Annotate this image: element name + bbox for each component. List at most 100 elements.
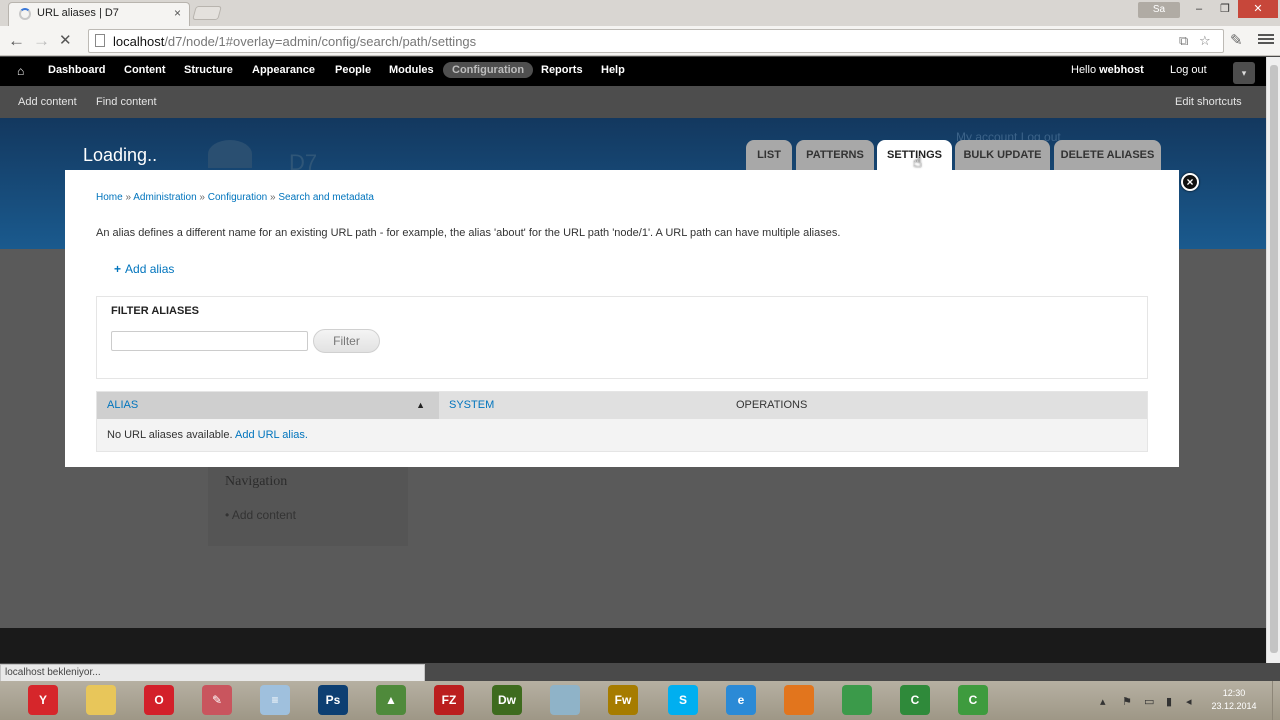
- breadcrumb-administration[interactable]: Administration: [133, 192, 196, 203]
- breadcrumb-search-metadata[interactable]: Search and metadata: [278, 192, 374, 203]
- stop-button[interactable]: ✕: [59, 31, 72, 51]
- add-alias-action[interactable]: + Add alias: [114, 262, 174, 276]
- column-header-system[interactable]: SYSTEM: [439, 392, 726, 419]
- browser-menu-icon[interactable]: [1258, 32, 1274, 48]
- admin-menu-dashboard[interactable]: Dashboard: [48, 64, 105, 76]
- show-desktop-button[interactable]: [1272, 681, 1280, 720]
- loading-text: Loading..: [83, 145, 158, 165]
- browser-toolbar: ← → ✕ localhost/d7/node/1#overlay=admin/…: [0, 26, 1280, 56]
- chrome-icon[interactable]: [842, 685, 872, 715]
- photoshop-icon[interactable]: Ps: [318, 685, 348, 715]
- add-url-alias-link[interactable]: Add URL alias.: [235, 429, 308, 441]
- url-text[interactable]: localhost/d7/node/1#overlay=admin/config…: [113, 34, 476, 49]
- breadcrumb-separator: »: [270, 192, 276, 203]
- add-alias-link[interactable]: Add alias: [125, 262, 174, 276]
- greeting: Hello webhost: [1071, 64, 1144, 76]
- tray-monitor-icon[interactable]: ▭: [1144, 695, 1154, 708]
- filter-aliases-fieldset: FILTER ALIASES Filter: [96, 296, 1148, 379]
- empty-message: No URL aliases available.: [107, 429, 233, 441]
- logout-link[interactable]: Log out: [1170, 64, 1207, 76]
- alias-sort-link[interactable]: ALIAS: [107, 399, 138, 411]
- home-icon[interactable]: ⌂: [17, 64, 30, 78]
- column-header-alias[interactable]: ALIAS ▲: [97, 392, 439, 419]
- minimize-button[interactable]: –: [1186, 0, 1212, 18]
- package-icon[interactable]: [550, 685, 580, 715]
- breadcrumb-separator: »: [199, 192, 205, 203]
- tray-network-icon[interactable]: ▮: [1166, 695, 1172, 708]
- tab-list[interactable]: LIST: [746, 140, 792, 170]
- admin-menu-appearance[interactable]: Appearance: [252, 64, 315, 76]
- filter-button[interactable]: Filter: [313, 329, 380, 353]
- scrollbar-thumb[interactable]: [1270, 65, 1278, 653]
- forward-button[interactable]: →: [33, 31, 50, 51]
- skype-icon[interactable]: S: [668, 685, 698, 715]
- back-button[interactable]: ←: [8, 31, 25, 51]
- admin-menu-structure[interactable]: Structure: [184, 64, 233, 76]
- image-viewer-icon[interactable]: ▲: [376, 685, 406, 715]
- admin-menu-help[interactable]: Help: [601, 64, 625, 76]
- tab-patterns[interactable]: PATTERNS: [796, 140, 874, 170]
- fireworks-icon[interactable]: Fw: [608, 685, 638, 715]
- edit-shortcuts-link[interactable]: Edit shortcuts: [1175, 96, 1242, 108]
- translate-icon[interactable]: ⧉: [1179, 33, 1188, 49]
- new-tab-button[interactable]: [192, 6, 222, 20]
- user-badge[interactable]: Sa: [1138, 2, 1180, 18]
- shortcut-bar: Add content Find content Edit shortcuts: [0, 86, 1280, 118]
- maximize-button[interactable]: ❐: [1212, 0, 1238, 18]
- tray-volume-icon[interactable]: ◂: [1186, 695, 1192, 708]
- plus-icon: +: [114, 262, 122, 276]
- column-header-operations: OPERATIONS: [726, 392, 1147, 419]
- close-window-button[interactable]: ✕: [1238, 0, 1278, 18]
- windows-taskbar: Y O ✎ ≡ Ps ▲ FZ Dw Fw Se C C ▴ ⚑ ▭ ▮ ◂ 12:30 23.12.…: [0, 681, 1280, 720]
- shortcut-add-content[interactable]: Add content: [18, 96, 77, 108]
- breadcrumb-home[interactable]: Home: [96, 192, 123, 203]
- url-host: localhost: [113, 34, 165, 49]
- notepad-icon[interactable]: ≡: [260, 685, 290, 715]
- admin-menu-modules[interactable]: Modules: [389, 64, 434, 76]
- help-text: An alias defines a different name for an…: [96, 227, 841, 239]
- page-scrollbar[interactable]: [1266, 57, 1280, 663]
- toolbar-toggle-icon[interactable]: ▾: [1233, 62, 1255, 84]
- opera-icon[interactable]: O: [144, 685, 174, 715]
- address-bar[interactable]: localhost/d7/node/1#overlay=admin/config…: [88, 29, 1224, 53]
- admin-menu-configuration[interactable]: Configuration: [443, 62, 534, 78]
- aliases-table: ALIAS ▲ SYSTEM OPERATIONS No URL aliases…: [96, 391, 1148, 452]
- folder-icon[interactable]: [86, 685, 116, 715]
- paint-icon[interactable]: ✎: [202, 685, 232, 715]
- navigation-block-title: Navigation: [225, 474, 288, 489]
- shortcut-find-content[interactable]: Find content: [96, 96, 157, 108]
- firefox-icon[interactable]: [784, 685, 814, 715]
- camtasia-recorder-icon[interactable]: C: [958, 685, 988, 715]
- filter-input[interactable]: [111, 331, 308, 351]
- admin-menu-content[interactable]: Content: [124, 64, 166, 76]
- dreamweaver-icon[interactable]: Dw: [492, 685, 522, 715]
- sort-ascending-icon: ▲: [416, 400, 425, 410]
- url-path: /d7/node/1#overlay=admin/config/search/p…: [164, 34, 477, 49]
- tray-arrow-icon[interactable]: ▴: [1100, 695, 1106, 708]
- extension-icon[interactable]: ✎: [1230, 31, 1243, 49]
- tab-bulk-update[interactable]: BULK UPDATE: [955, 140, 1050, 170]
- browser-status-bar: localhost bekleniyor...: [0, 664, 425, 681]
- operations-label: OPERATIONS: [736, 399, 808, 411]
- tab-close-icon[interactable]: ×: [174, 6, 181, 20]
- clock-date: 23.12.2014: [1211, 701, 1257, 711]
- admin-menu-reports[interactable]: Reports: [541, 64, 583, 76]
- breadcrumb-configuration[interactable]: Configuration: [208, 192, 267, 203]
- yandex-icon[interactable]: Y: [28, 685, 58, 715]
- browser-tab[interactable]: URL aliases | D7 ×: [8, 2, 190, 26]
- tray-security-icon[interactable]: ⚑: [1122, 695, 1132, 708]
- system-sort-link[interactable]: SYSTEM: [449, 399, 494, 411]
- tab-delete-aliases[interactable]: DELETE ALIASES: [1054, 140, 1161, 170]
- site-footer: [0, 628, 1266, 663]
- navigation-block-link: • Add content: [225, 508, 296, 522]
- system-clock[interactable]: 12:30 23.12.2014: [1206, 687, 1262, 713]
- bookmark-star-icon[interactable]: ☆: [1199, 33, 1211, 49]
- filezilla-icon[interactable]: FZ: [434, 685, 464, 715]
- camtasia-icon[interactable]: C: [900, 685, 930, 715]
- admin-menu-people[interactable]: People: [335, 64, 371, 76]
- ie-icon[interactable]: e: [726, 685, 756, 715]
- username[interactable]: webhost: [1099, 64, 1144, 76]
- overlay-close-icon[interactable]: ×: [1181, 173, 1199, 191]
- table-empty-row: No URL aliases available. Add URL alias.: [97, 419, 1147, 451]
- breadcrumb: Home » Administration » Configuration » …: [96, 192, 374, 203]
